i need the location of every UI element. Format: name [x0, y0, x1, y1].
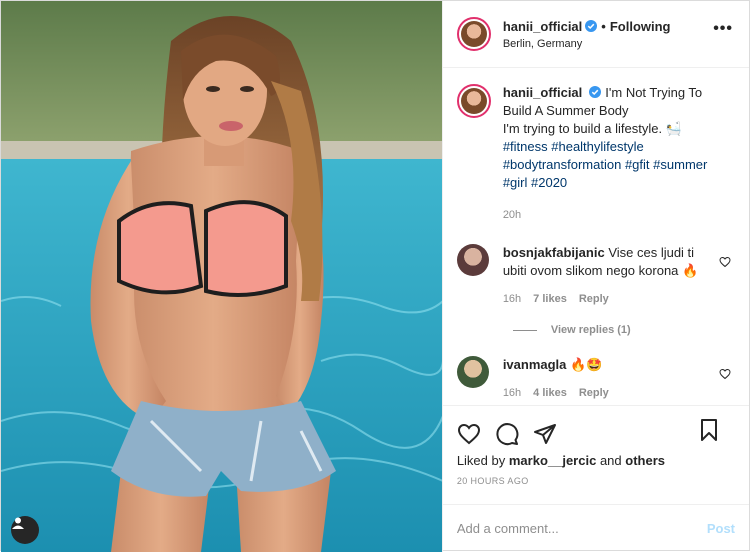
share-icon[interactable]	[533, 422, 557, 446]
author-avatar[interactable]	[456, 17, 491, 51]
commenter-username[interactable]: bosnjakfabijanic	[503, 245, 605, 260]
comment-composer: Post	[442, 504, 749, 552]
header-text: hanii_official • Following Berlin, Germa…	[503, 19, 671, 50]
photo-illustration	[1, 1, 442, 552]
separator-dot: •	[601, 18, 606, 34]
comment-likes[interactable]: 7 likes	[533, 290, 567, 308]
comment-meta: 16h 7 likes Reply	[503, 290, 713, 308]
commenter-username[interactable]: ivanmagla	[503, 357, 567, 372]
caption-time[interactable]: 20h	[503, 206, 733, 224]
comment-item: bosnjakfabijanic Vise ces ljudi ti ubiti…	[456, 244, 735, 308]
hashtag[interactable]: #summer	[653, 157, 707, 172]
hashtag[interactable]: #2020	[531, 175, 567, 190]
following-button[interactable]: Following	[610, 19, 671, 34]
caption-line-2: I'm trying to build a lifestyle. 🛀	[502, 121, 682, 136]
liked-by-and: and	[599, 453, 622, 468]
instagram-post: hanii_official • Following Berlin, Germa…	[0, 0, 750, 552]
hashtag[interactable]: #gfit	[625, 157, 650, 172]
comment-item: ivanmagla 🔥🤩 16h 4 likes Reply	[456, 356, 735, 402]
post-actions-bar	[442, 405, 749, 453]
post-comment-button[interactable]: Post	[707, 521, 735, 536]
hashtag[interactable]: #fitness	[503, 139, 548, 154]
commenter-avatar[interactable]	[456, 244, 489, 276]
comment-reply-button[interactable]: Reply	[579, 384, 609, 402]
liked-by-prefix: Liked by	[456, 453, 506, 468]
comment-time[interactable]: 16h	[503, 290, 521, 308]
more-options-icon[interactable]: •••	[713, 21, 733, 37]
hashtag[interactable]: #girl	[503, 175, 528, 190]
caption-author-username[interactable]: hanii_official	[503, 85, 582, 100]
post-side-panel: hanii_official • Following Berlin, Germa…	[441, 1, 749, 552]
like-comment-heart-icon[interactable]	[719, 368, 731, 380]
author-username[interactable]: hanii_official	[503, 19, 582, 34]
commenter-avatar[interactable]	[456, 356, 489, 388]
post-header: hanii_official • Following Berlin, Germa…	[442, 1, 749, 68]
replies-line	[512, 329, 537, 331]
comments-section: hanii_official I'm Not Trying To Build A …	[443, 68, 749, 405]
like-comment-heart-icon[interactable]	[719, 256, 731, 268]
comment-text: 🔥🤩	[570, 357, 603, 372]
comment-likes[interactable]: 4 likes	[533, 384, 567, 402]
tagged-users-button[interactable]	[11, 516, 39, 544]
comment-icon[interactable]	[495, 422, 519, 446]
view-replies-label: View replies (1)	[550, 324, 631, 336]
like-heart-icon[interactable]	[457, 422, 481, 446]
post-timestamp[interactable]: 20 HOURS AGO	[443, 468, 749, 486]
caption-body: hanii_official I'm Not Trying To Build A …	[503, 84, 733, 224]
bookmark-icon[interactable]	[697, 418, 721, 442]
caption-hashtags: #fitness #healthylifestyle #bodytransfor…	[503, 138, 733, 192]
post-location[interactable]: Berlin, Germany	[503, 38, 671, 50]
post-photo[interactable]	[1, 1, 442, 552]
caption: hanii_official I'm Not Trying To Build A …	[456, 84, 735, 224]
comment-body: bosnjakfabijanic Vise ces ljudi ti ubiti…	[503, 244, 713, 308]
user-icon	[12, 517, 24, 529]
verified-badge-icon	[585, 20, 598, 32]
liked-by-others-link[interactable]: others	[625, 453, 665, 468]
hashtag[interactable]: #bodytransformation	[503, 157, 622, 172]
comment-time[interactable]: 16h	[503, 384, 521, 402]
caption-author-avatar[interactable]	[456, 84, 491, 118]
comment-reply-button[interactable]: Reply	[579, 290, 609, 308]
comment-meta: 16h 4 likes Reply	[503, 384, 713, 402]
comment-input[interactable]	[456, 521, 707, 536]
liked-by: Liked by marko__jercic and others	[443, 453, 749, 468]
comment-body: ivanmagla 🔥🤩 16h 4 likes Reply	[503, 356, 713, 402]
liked-by-user[interactable]: marko__jercic	[509, 453, 596, 468]
view-replies-button[interactable]: View replies (1)	[512, 324, 735, 336]
hashtag[interactable]: #healthylifestyle	[551, 139, 644, 154]
verified-badge-icon	[589, 86, 602, 98]
